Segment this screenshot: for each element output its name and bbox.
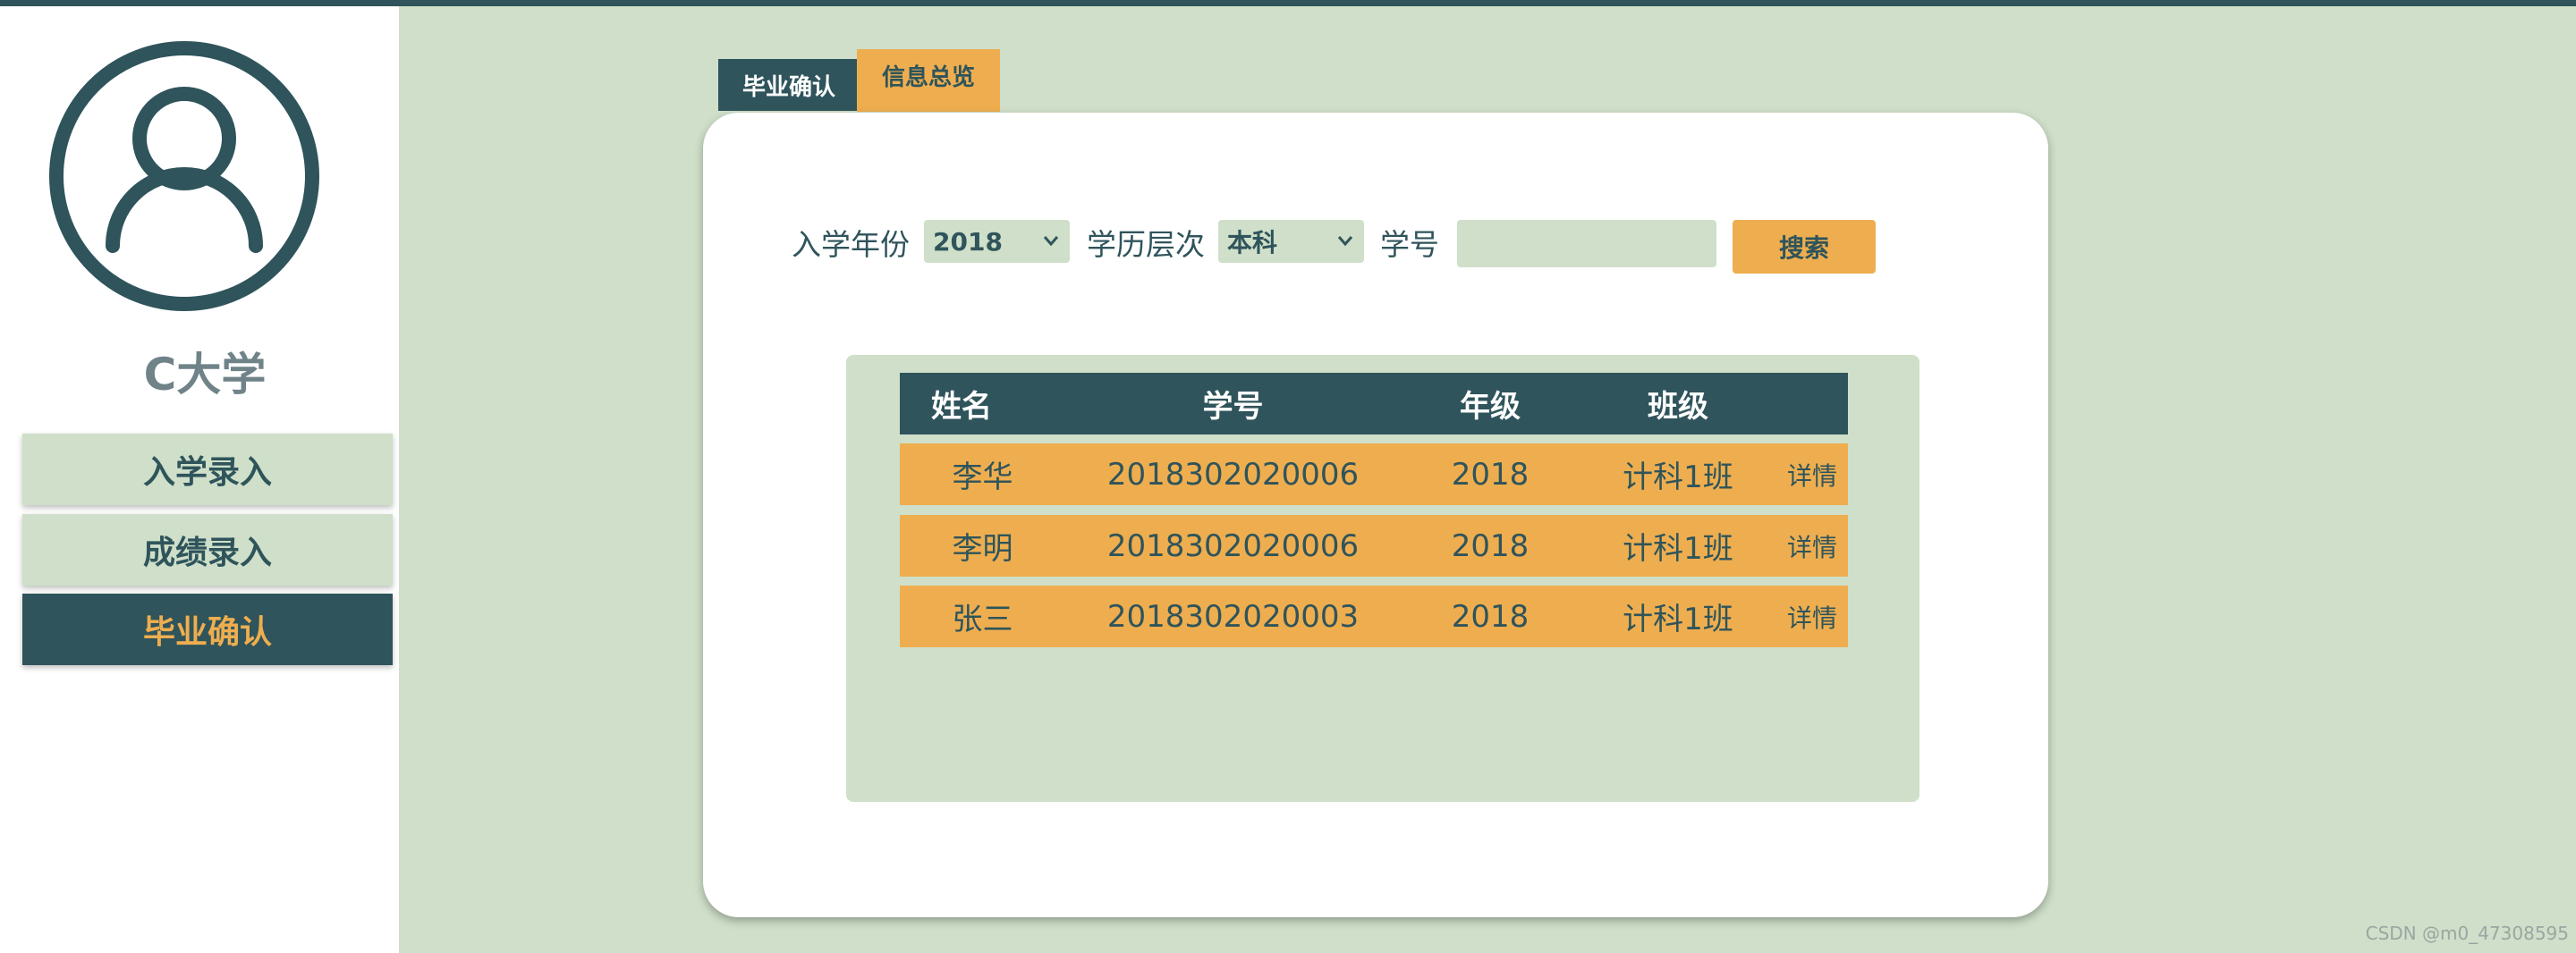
sidebar-item-enrollment[interactable]: 入学录入 — [22, 434, 393, 505]
search-button[interactable]: 搜索 — [1733, 220, 1876, 274]
education-level-label: 学历层次 — [1087, 227, 1205, 262]
chevron-down-icon — [1043, 236, 1059, 247]
chevron-down-icon — [1337, 236, 1353, 247]
year-select-value: 2018 — [933, 226, 1003, 257]
student-id-input[interactable] — [1457, 220, 1716, 267]
sidebar-item-graduation[interactable]: 毕业确认 — [22, 594, 393, 665]
top-bar — [0, 0, 2576, 6]
table-row: 张三 2018302020003 2018 计科1班 详情 — [900, 586, 1848, 647]
table-header: 姓名 学号 年级 班级 — [900, 373, 1848, 434]
table-row: 李明 2018302020006 2018 计科1班 详情 — [900, 515, 1848, 577]
header-student-id: 学号 — [1202, 389, 1264, 425]
student-id-label: 学号 — [1380, 227, 1439, 262]
sidebar-item-grades[interactable]: 成绩录入 — [22, 514, 393, 586]
cell-student-id: 2018302020003 — [1106, 598, 1360, 635]
watermark: CSDN @m0_47308595 — [2365, 923, 2569, 944]
cell-name: 张三 — [952, 602, 1013, 637]
tab-info-overview[interactable]: 信息总览 — [857, 49, 1000, 112]
cell-grade: 2018 — [1451, 527, 1530, 564]
cell-class: 计科1班 — [1623, 460, 1733, 495]
cell-student-id: 2018302020006 — [1106, 527, 1360, 564]
cell-student-id: 2018302020006 — [1106, 456, 1360, 493]
cell-class: 计科1班 — [1623, 602, 1733, 637]
year-label: 入学年份 — [792, 227, 910, 262]
detail-link[interactable]: 详情 — [1776, 515, 1848, 577]
cell-name: 李明 — [952, 531, 1013, 567]
header-grade: 年级 — [1460, 389, 1521, 425]
tab-graduation-confirm[interactable]: 毕业确认 — [718, 59, 860, 111]
header-name: 姓名 — [931, 389, 992, 425]
user-avatar-icon — [49, 41, 319, 311]
table-row: 李华 2018302020006 2018 计科1班 详情 — [900, 443, 1848, 505]
university-name: C大学 — [143, 349, 267, 401]
education-level-value: 本科 — [1227, 228, 1278, 257]
cell-name: 李华 — [952, 460, 1013, 495]
header-class: 班级 — [1648, 389, 1708, 425]
cell-grade: 2018 — [1451, 598, 1530, 635]
cell-grade: 2018 — [1451, 456, 1530, 493]
cell-class: 计科1班 — [1623, 531, 1733, 567]
detail-link[interactable]: 详情 — [1776, 586, 1848, 647]
detail-link[interactable]: 详情 — [1776, 443, 1848, 505]
year-select[interactable]: 2018 — [924, 220, 1070, 263]
education-level-select[interactable]: 本科 — [1218, 220, 1364, 263]
